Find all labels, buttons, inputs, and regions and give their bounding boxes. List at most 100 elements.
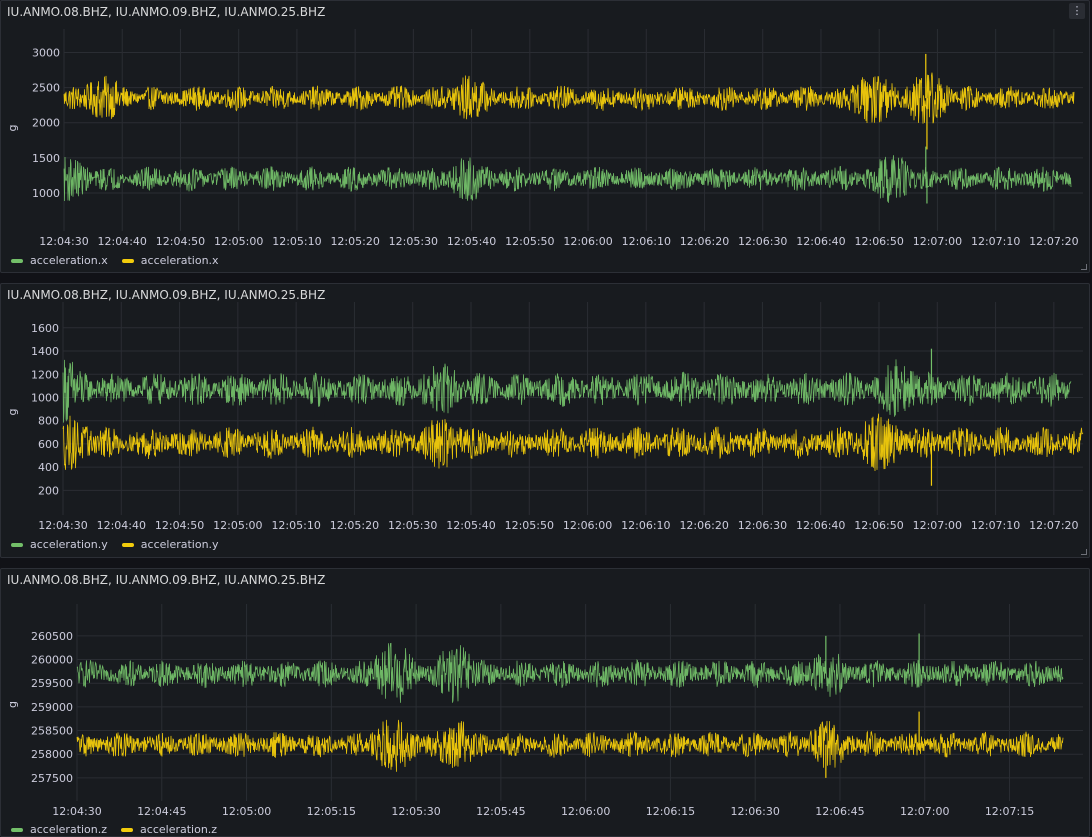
x-tick-label: 12:06:30 [738,235,787,248]
x-tick-label: 12:05:50 [505,235,554,248]
y-tick-label: 1400 [31,345,59,358]
x-tick-label: 12:04:30 [52,805,101,818]
series-swatch [11,258,23,263]
y-tick-label: 3000 [32,47,60,60]
x-tick-label: 12:06:40 [796,519,845,532]
x-tick-label: 12:07:15 [985,805,1034,818]
y-tick-label: 1200 [31,368,59,381]
x-tick-label: 12:06:15 [646,805,695,818]
x-tick-label: 12:05:15 [307,805,356,818]
x-tick-label: 12:05:00 [213,519,262,532]
x-tick-label: 12:04:40 [98,235,147,248]
time-series-plot[interactable]: 200 400 600 800 1000 1200 1400 1600 12:04:30 12:0… [1,284,1091,536]
x-tick-label: 12:06:50 [854,519,903,532]
x-tick-label: 12:05:30 [388,519,437,532]
panel-acceleration-z: IU.ANMO.08.BHZ, IU.ANMO.09.BHZ, IU.ANMO.… [0,568,1090,837]
series-line [63,72,1075,124]
legend-item[interactable]: acceleration.y [11,538,108,551]
legend-item[interactable]: acceleration.x [121,254,219,267]
y-tick-label: 260000 [31,654,73,667]
series-line [76,642,1064,703]
legend-label: acceleration.y [140,538,219,551]
x-tick-label: 12:04:40 [97,519,146,532]
legend-item[interactable]: acceleration.y [121,538,219,551]
series-line [76,719,1064,772]
y-tick-label: 1500 [32,152,60,165]
legend-label: acceleration.x [140,254,219,267]
x-tick-label: 12:06:45 [815,805,864,818]
x-tick-label: 12:04:50 [156,235,205,248]
y-tick-label: 259000 [31,701,73,714]
series-line [62,359,1072,423]
y-tick-label: 257500 [31,772,73,785]
series-swatch [11,827,23,832]
legend-label: acceleration.y [30,538,108,551]
y-tick-label: 258000 [31,748,73,761]
x-tick-label: 12:06:00 [561,805,610,818]
y-tick-label: 1000 [32,187,60,200]
time-series-plot[interactable]: 257500 258000 258500 259000 259500 260000 2605… [1,569,1091,819]
x-tick-label: 12:07:20 [1029,519,1078,532]
x-tick-label: 12:06:40 [796,235,845,248]
y-axis-label: g [6,125,19,132]
panel-acceleration-x: IU.ANMO.08.BHZ, IU.ANMO.09.BHZ, IU.ANMO.… [0,0,1090,273]
series-line [62,413,1084,472]
resize-handle[interactable] [1081,549,1087,555]
x-tick-label: 12:05:20 [330,235,379,248]
legend-item[interactable]: acceleration.z [121,823,217,836]
x-tick-label: 12:04:30 [39,235,88,248]
y-axis-label: g [6,409,19,416]
y-tick-label: 200 [38,484,59,497]
y-tick-label: 1000 [31,391,59,404]
x-tick-label: 12:06:20 [680,235,729,248]
x-tick-label: 12:07:10 [971,235,1020,248]
x-tick-label: 12:05:40 [446,519,495,532]
legend: acceleration.z acceleration.z [11,823,217,836]
y-tick-label: 800 [38,415,59,428]
legend-item[interactable]: acceleration.z [11,823,107,836]
x-tick-label: 12:07:00 [913,519,962,532]
x-tick-label: 12:04:30 [38,519,87,532]
legend-item[interactable]: acceleration.x [11,254,108,267]
panel-acceleration-y: IU.ANMO.08.BHZ, IU.ANMO.09.BHZ, IU.ANMO.… [0,283,1090,558]
x-tick-label: 12:05:00 [214,235,263,248]
y-tick-label: 400 [38,461,59,474]
x-tick-label: 12:07:10 [971,519,1020,532]
series-line [63,155,1072,203]
x-tick-label: 12:05:30 [389,235,438,248]
time-series-plot[interactable]: 1000 1500 2000 2500 3000 12:04:30 12:04:40 12:0… [1,1,1091,251]
x-tick-label: 12:05:00 [222,805,271,818]
legend: acceleration.x acceleration.x [11,254,219,267]
x-tick-label: 12:05:30 [391,805,440,818]
x-tick-label: 12:06:00 [563,519,612,532]
x-tick-label: 12:06:50 [854,235,903,248]
x-tick-label: 12:05:50 [505,519,554,532]
y-tick-label: 258500 [31,725,73,738]
x-tick-label: 12:06:10 [621,519,670,532]
x-tick-label: 12:06:30 [730,805,779,818]
y-tick-label: 2500 [32,82,60,95]
x-tick-label: 12:05:45 [476,805,525,818]
legend-label: acceleration.x [30,254,108,267]
y-tick-label: 1600 [31,322,59,335]
x-tick-label: 12:07:00 [913,235,962,248]
x-tick-label: 12:06:10 [622,235,671,248]
series-swatch [121,258,134,263]
x-tick-label: 12:04:45 [137,805,186,818]
series-swatch [121,542,134,547]
x-tick-label: 12:05:40 [447,235,496,248]
legend-label: acceleration.z [30,823,108,836]
x-tick-label: 12:06:30 [738,519,787,532]
series-swatch [121,827,134,832]
y-axis-label: g [6,701,19,708]
series-swatch [11,542,23,547]
x-tick-label: 12:06:20 [679,519,728,532]
legend-label: acceleration.z [140,823,218,836]
x-tick-label: 12:04:50 [155,519,204,532]
y-tick-label: 2000 [32,117,60,130]
x-tick-label: 12:07:00 [900,805,949,818]
x-tick-label: 12:07:20 [1029,235,1078,248]
y-tick-label: 260500 [31,630,73,643]
resize-handle[interactable] [1081,264,1087,270]
legend: acceleration.y acceleration.y [11,538,219,551]
